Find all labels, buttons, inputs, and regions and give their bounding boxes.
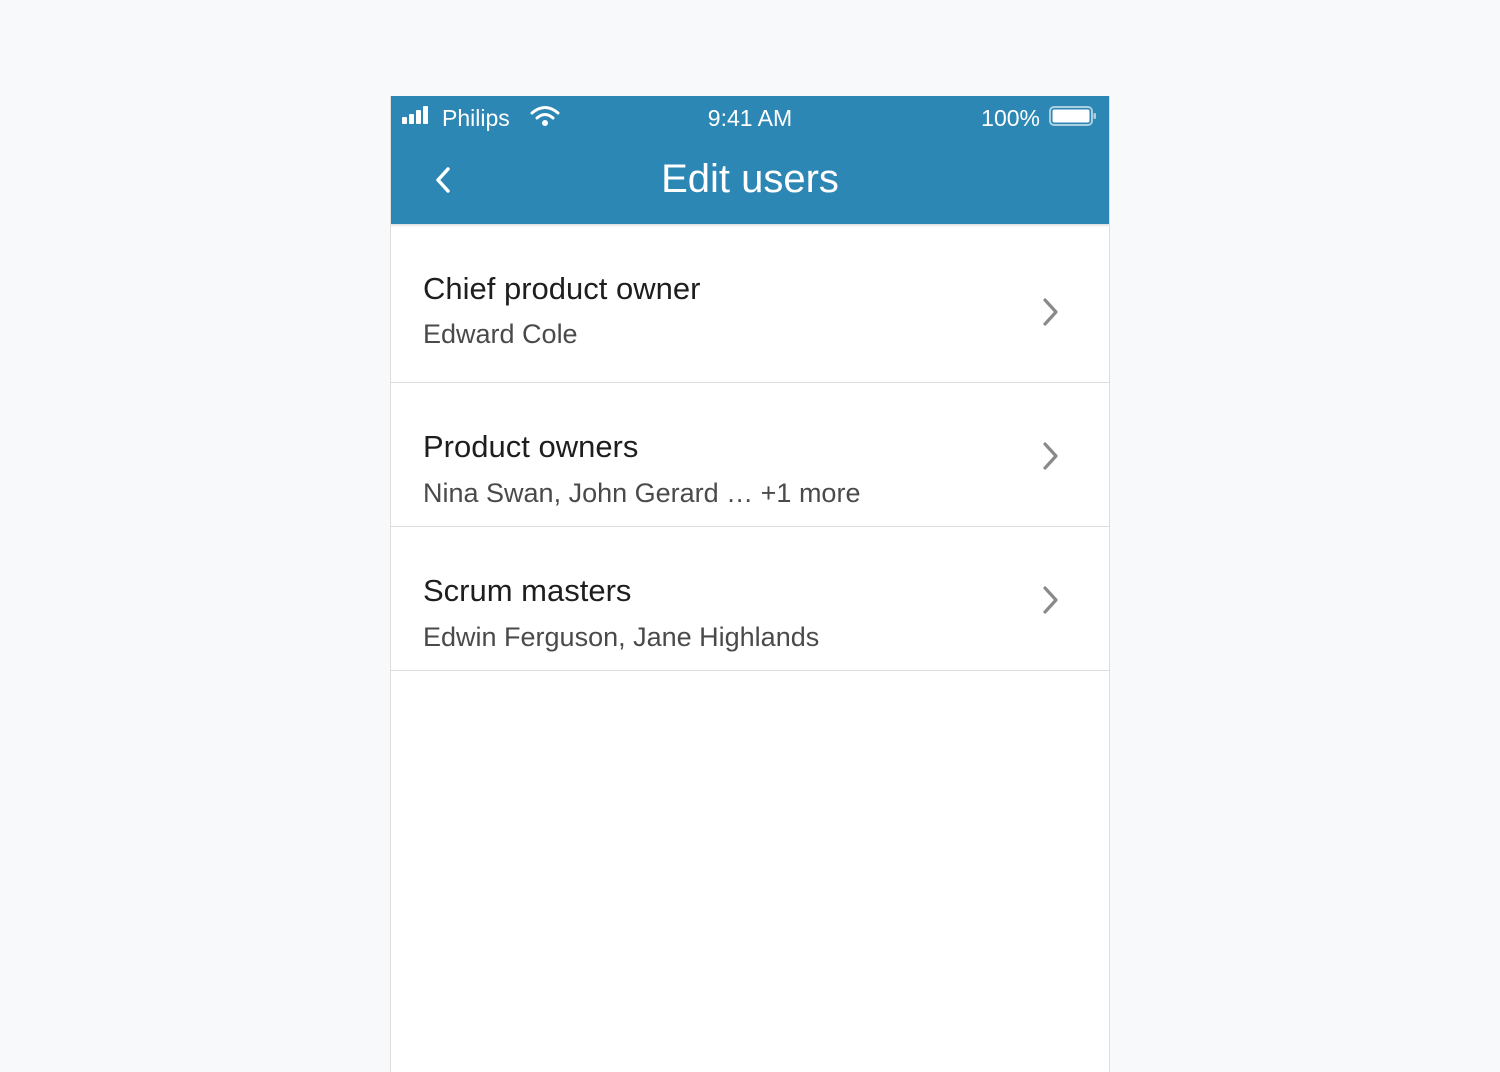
role-users: Edward Cole	[423, 319, 578, 349]
chevron-right-icon	[1043, 298, 1058, 326]
role-users: Nina Swan, John Gerard … +1 more	[423, 478, 861, 508]
role-label: Chief product owner	[423, 271, 701, 306]
role-row-scrum-masters[interactable]: Scrum masters Edwin Ferguson, Jane Highl…	[391, 527, 1109, 671]
page-title: Edit users	[661, 157, 839, 201]
app-header: Philips 9:41 AM 100% Edit users	[391, 96, 1109, 224]
role-users: Edwin Ferguson, Jane Highlands	[423, 622, 820, 652]
phone-screen: Philips 9:41 AM 100% Edit users Chief pr…	[390, 96, 1110, 1072]
role-label: Product owners	[423, 429, 639, 464]
chevron-right-icon	[1043, 586, 1058, 614]
roles-list: Chief product owner Edward Cole Product …	[391, 224, 1109, 671]
status-bar: Philips 9:41 AM 100%	[391, 96, 1109, 140]
role-row-chief-product-owner[interactable]: Chief product owner Edward Cole	[391, 224, 1109, 383]
role-label: Scrum masters	[423, 573, 632, 608]
battery-icon	[1049, 106, 1096, 126]
chevron-right-icon	[1043, 442, 1058, 470]
navigation-bar: Edit users	[391, 140, 1109, 224]
battery-percentage: 100%	[981, 105, 1040, 131]
role-row-product-owners[interactable]: Product owners Nina Swan, John Gerard … …	[391, 383, 1109, 527]
